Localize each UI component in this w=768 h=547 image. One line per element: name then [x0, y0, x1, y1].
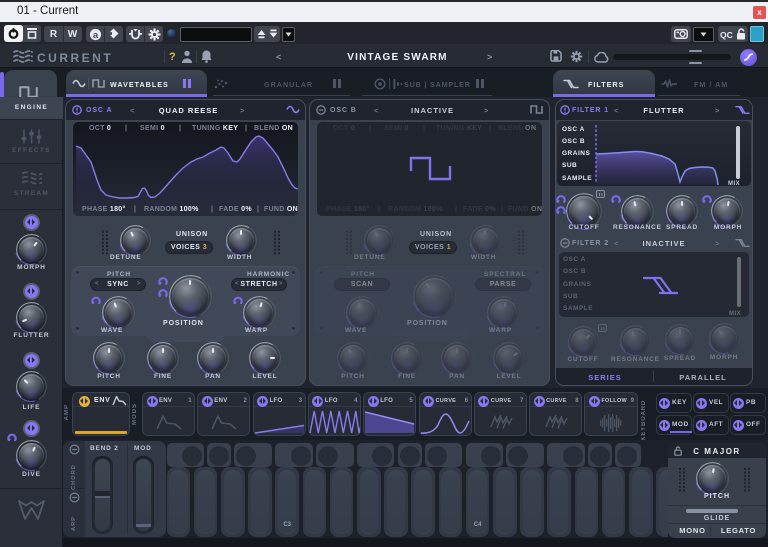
svg-text:a: a — [93, 29, 99, 40]
